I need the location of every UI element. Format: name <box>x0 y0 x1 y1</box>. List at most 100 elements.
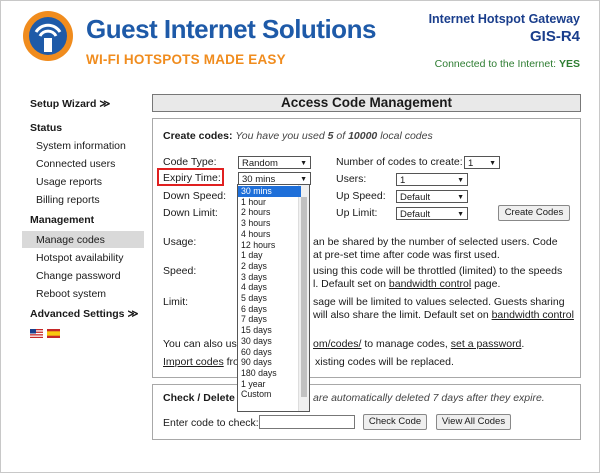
chevron-down-icon: ▼ <box>457 194 464 201</box>
usage-help-text-2: at pre-set time after code was first use… <box>313 249 500 261</box>
chevron-down-icon: ▼ <box>300 160 307 167</box>
sidebar-item-billing-reports[interactable]: Billing reports <box>36 194 100 206</box>
sidebar-item-hotspot-availability[interactable]: Hotspot availability <box>36 252 124 264</box>
sidebar-item-change-password[interactable]: Change password <box>36 270 121 282</box>
num-codes-value: 1 <box>468 158 474 169</box>
usage-prefix: You have you used <box>235 130 325 142</box>
brand-name: Guest Internet Solutions <box>86 14 376 44</box>
sidebar-setup-wizard[interactable]: Setup Wizard ≫ <box>30 98 110 110</box>
dropdown-option[interactable]: 6 days <box>238 304 301 315</box>
sidebar-item-usage-reports[interactable]: Usage reports <box>36 176 102 188</box>
dropdown-option[interactable]: 3 days <box>238 272 301 283</box>
sidebar: Setup Wizard ≫ Status System information… <box>22 90 144 350</box>
usage-of: of <box>336 130 346 142</box>
dropdown-scrollbar-thumb[interactable] <box>301 197 307 397</box>
chevron-down-icon: ▼ <box>457 211 464 218</box>
create-codes-panel: Create codes: You have you used 5 of 100… <box>152 118 581 378</box>
dropdown-option[interactable]: 1 day <box>238 250 301 261</box>
users-select[interactable]: 1 ▼ <box>396 173 468 186</box>
guest-internet-logo-icon <box>23 11 73 61</box>
sidebar-item-system-information[interactable]: System information <box>36 140 126 152</box>
bandwidth-control-link[interactable]: bandwidth control <box>389 278 471 290</box>
sidebar-status-heading: Status <box>30 122 63 134</box>
expiry-highlight-box <box>157 168 224 186</box>
dropdown-option[interactable]: 30 mins <box>238 186 301 197</box>
sidebar-item-manage-codes[interactable]: Manage codes <box>36 234 105 246</box>
create-codes-button[interactable]: Create Codes <box>498 205 570 221</box>
bandwidth-control-link-2[interactable]: bandwidth control <box>492 309 574 321</box>
up-limit-value: Default <box>400 209 431 220</box>
spain-flag-icon[interactable] <box>47 329 60 338</box>
code-type-value: Random <box>242 158 278 169</box>
limit-help-label: Limit: <box>163 296 189 308</box>
dropdown-option[interactable]: 180 days <box>238 368 301 379</box>
speed-help-text-2: l. Default set on <box>313 278 386 290</box>
limit-help-text-2: will also share the limit. Default set o… <box>313 309 489 321</box>
import-tail: xisting codes will be replaced. <box>315 356 454 368</box>
speed-help-text-1: using this code will be throttled (limit… <box>313 265 563 277</box>
dropdown-option[interactable]: 15 days <box>238 325 301 336</box>
check-code-input[interactable] <box>259 415 355 429</box>
code-type-select[interactable]: Random ▼ <box>238 156 311 169</box>
dropdown-option[interactable]: 60 days <box>238 347 301 358</box>
up-speed-select[interactable]: Default ▼ <box>396 190 468 203</box>
check-code-button[interactable]: Check Code <box>363 414 427 430</box>
dropdown-option[interactable]: 90 days <box>238 357 301 368</box>
sidebar-item-reboot-system[interactable]: Reboot system <box>36 288 106 300</box>
sidebar-advanced-settings[interactable]: Advanced Settings ≫ <box>30 308 138 320</box>
brand-tagline: WI-FI HOTSPOTS MADE EASY <box>86 52 286 67</box>
period-text: . <box>521 338 525 350</box>
speed-help-line-2: l. Default set on bandwidth control page… <box>313 278 500 290</box>
expiry-time-dropdown-list[interactable]: 30 mins 1 hour 2 hours 3 hours 4 hours 12 hou… <box>237 184 310 412</box>
dropdown-option[interactable]: 5 days <box>238 293 301 304</box>
usage-help-label: Usage: <box>163 236 197 248</box>
dropdown-option[interactable]: 30 days <box>238 336 301 347</box>
connection-label: Connected to the Internet: <box>434 58 557 70</box>
speed-help-text-3: page. <box>474 278 501 290</box>
create-codes-summary: Create codes: You have you used 5 of 100… <box>163 130 433 142</box>
import-codes-link[interactable]: Import codes <box>163 356 224 368</box>
users-label: Users: <box>336 173 367 185</box>
connection-value: YES <box>558 58 580 70</box>
dropdown-option[interactable]: 4 days <box>238 282 301 293</box>
usage-suffix: local codes <box>380 130 433 142</box>
codes-url-link[interactable]: om/codes/ <box>313 338 361 350</box>
limit-help-text-1: sage will be limited to values selected.… <box>313 296 565 308</box>
gateway-title: Internet Hotspot Gateway <box>428 12 580 26</box>
chevron-down-icon: ▼ <box>489 160 496 167</box>
users-value: 1 <box>400 175 406 186</box>
check-heading: Check / Delete C <box>163 392 246 404</box>
also-use-prefix: You can also use <box>163 338 243 350</box>
check-codes-panel: Check / Delete C are automatically delet… <box>152 384 581 440</box>
view-all-codes-button[interactable]: View All Codes <box>436 414 511 430</box>
dropdown-option[interactable]: 3 hours <box>238 218 301 229</box>
down-speed-label: Down Speed: <box>163 190 227 202</box>
up-speed-value: Default <box>400 192 431 203</box>
connection-status: Connected to the Internet: YES <box>435 58 580 70</box>
dropdown-option[interactable]: 1 hour <box>238 197 301 208</box>
dropdown-option[interactable]: 1 year <box>238 379 301 390</box>
num-codes-label: Number of codes to create: <box>336 156 463 168</box>
dropdown-option[interactable]: 4 hours <box>238 229 301 240</box>
up-speed-label: Up Speed: <box>336 190 386 202</box>
also-use-mid: to manage codes, <box>364 338 448 350</box>
import-line: Import codes fro <box>163 356 239 368</box>
chevron-down-icon: ▼ <box>457 177 464 184</box>
codes-total-count: 10000 <box>348 130 378 142</box>
check-note: are automatically deleted 7 days after t… <box>313 392 545 404</box>
code-type-label: Code Type: <box>163 156 217 168</box>
dropdown-option[interactable]: 2 hours <box>238 207 301 218</box>
dropdown-option[interactable]: Custom <box>238 389 301 400</box>
dropdown-option[interactable]: 7 days <box>238 314 301 325</box>
limit-help-line-2: will also share the limit. Default set o… <box>313 309 574 321</box>
dropdown-option[interactable]: 2 days <box>238 261 301 272</box>
up-limit-select[interactable]: Default ▼ <box>396 207 468 220</box>
us-flag-icon[interactable] <box>30 329 43 338</box>
down-limit-label: Down Limit: <box>163 207 218 219</box>
codes-used-count: 5 <box>327 130 334 142</box>
num-codes-select[interactable]: 1 ▼ <box>464 156 500 169</box>
dropdown-option[interactable]: 12 hours <box>238 240 301 251</box>
sidebar-item-connected-users[interactable]: Connected users <box>36 158 115 170</box>
up-limit-label: Up Limit: <box>336 207 378 219</box>
set-password-link[interactable]: set a password <box>451 338 522 350</box>
